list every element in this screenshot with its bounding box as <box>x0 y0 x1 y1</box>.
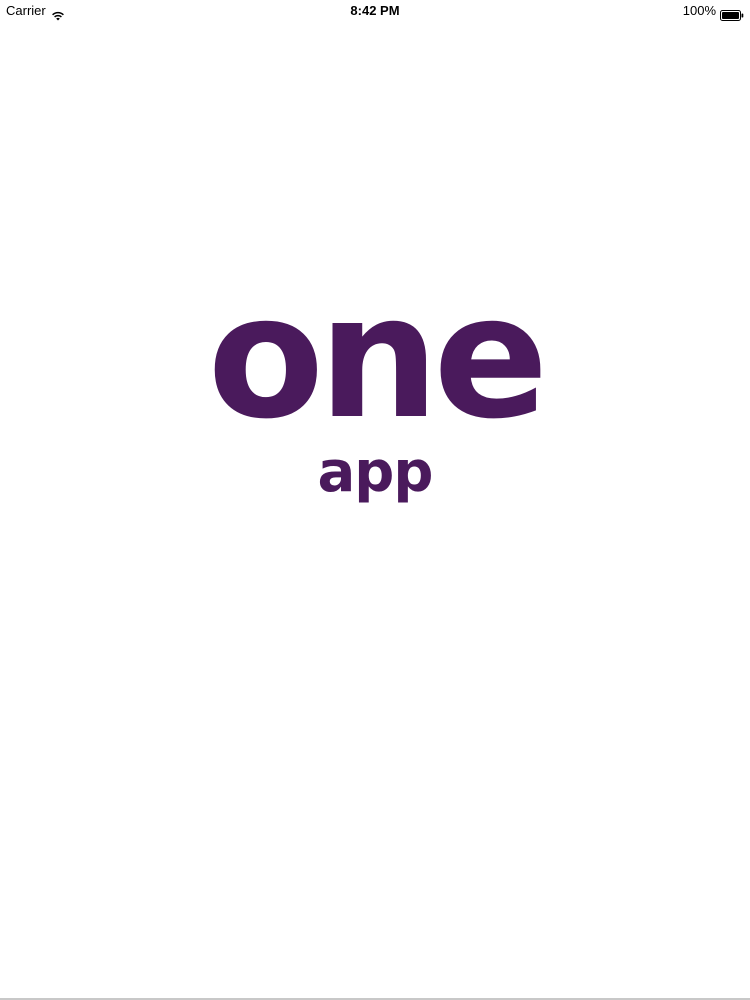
logo-subword: app <box>317 440 434 505</box>
logo-word: one <box>207 259 548 457</box>
splash-screen: one app <box>0 0 750 1000</box>
